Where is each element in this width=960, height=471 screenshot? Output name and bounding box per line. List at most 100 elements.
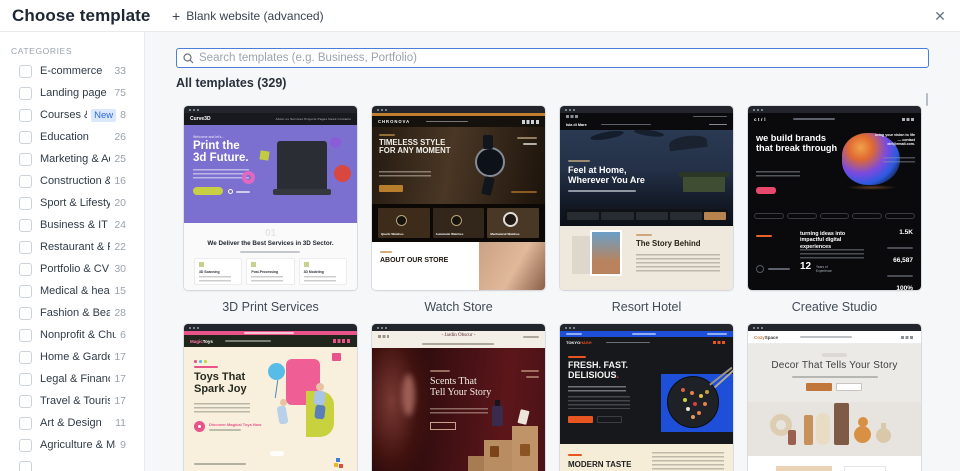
- template-card-sushi[interactable]: TOKYO HASH FRESH. FAST. DELISIOUS. MODER…: [560, 324, 733, 471]
- service-label: 3D Scanning: [199, 270, 220, 274]
- logo-mark: [756, 265, 764, 273]
- template-thumb[interactable]: TOKYO HASH FRESH. FAST. DELISIOUS. MODER…: [560, 324, 733, 471]
- checkbox[interactable]: [19, 438, 32, 452]
- template-thumb[interactable]: Magic Toys Toys That Spark Joy Discover …: [184, 324, 357, 471]
- social-icons: [902, 117, 915, 121]
- sidebar-item-travel-tourism[interactable]: Travel & Tourism 17: [0, 390, 144, 412]
- sidebar-item-landing-page[interactable]: Landing page 75: [0, 82, 144, 104]
- hero-title: Feel at Home, Wherever You Are: [568, 165, 645, 185]
- thumb-nav-links: [800, 336, 853, 338]
- sidebar-item-ecommerce[interactable]: E-commerce 33: [0, 60, 144, 82]
- template-card-decor[interactable]: Cozy Space Decor That Tells Your Story: [748, 324, 921, 471]
- template-thumb[interactable]: - Jardin Obscur - Scents That Tell Your …: [372, 324, 545, 471]
- category-label: Portfolio & CV: [40, 263, 110, 275]
- category-tile: Quartz Watches: [378, 208, 430, 238]
- perfume-bottle-amber: [520, 444, 530, 456]
- booking-field: [669, 211, 702, 220]
- sidebar-item-construction-interior[interactable]: Construction & Interior 16: [0, 170, 144, 192]
- checkbox[interactable]: [19, 64, 32, 78]
- sushi-pieces: [690, 391, 694, 395]
- sidebar-item-restaurant-food[interactable]: Restaurant & Food 22: [0, 236, 144, 258]
- sidebar-item-marketing-advertising[interactable]: Marketing & Advertising 25: [0, 148, 144, 170]
- tan-cylinder-vase: [804, 415, 813, 445]
- sidebar-item-courses-coaching[interactable]: Courses & Coaching New8: [0, 104, 144, 126]
- sidebar-item-agriculture-manufacturing[interactable]: Agriculture & Manufacturing 9: [0, 434, 144, 456]
- checkbox[interactable]: [19, 394, 32, 408]
- sidebar-item-sport-lifestyle[interactable]: Sport & Lifestyle 20: [0, 192, 144, 214]
- sidebar-item-portfolio-cv[interactable]: Portfolio & CV 30: [0, 258, 144, 280]
- hero-title-line1: Toys That: [194, 371, 246, 383]
- close-button[interactable]: ✕: [928, 4, 952, 28]
- template-thumb[interactable]: ctrl we build brands that break through …: [748, 106, 921, 290]
- sidebar-item-fashion-beauty[interactable]: Fashion & Beauty28: [0, 302, 144, 324]
- template-thumb[interactable]: Isla di Mare Feel at Home, Wherever You …: [560, 106, 733, 290]
- blob-glow: [846, 185, 898, 190]
- templates-panel: All templates (329) Curve3D About us Ser…: [145, 32, 960, 471]
- category-count: 30: [114, 263, 126, 275]
- service-text: [199, 276, 231, 283]
- template-card-toys[interactable]: Magic Toys Toys That Spark Joy Discover …: [184, 324, 357, 471]
- toy-blocks: [334, 463, 338, 467]
- checkbox[interactable]: [19, 460, 32, 471]
- balloon-shape: [268, 363, 285, 380]
- header-link: [523, 336, 539, 338]
- about-section: MODERN TASTE: [560, 444, 733, 471]
- sidebar-item-legal-finance[interactable]: Legal & Finance 17: [0, 368, 144, 390]
- checkbox[interactable]: [19, 152, 32, 166]
- sidebar-item-art-design[interactable]: Art & Design 11: [0, 412, 144, 434]
- checkbox[interactable]: [19, 416, 32, 430]
- social-icons: [901, 335, 915, 339]
- scrollbar-thumb[interactable]: [926, 93, 928, 106]
- sidebar-item-partial[interactable]: [0, 456, 144, 471]
- search-input[interactable]: [199, 52, 922, 64]
- checkbox[interactable]: [19, 240, 32, 254]
- social-icons: [713, 340, 727, 345]
- checkbox[interactable]: [19, 196, 32, 210]
- sidebar-item-home-gardening[interactable]: Home & Gardening 17: [0, 346, 144, 368]
- all-templates-label: All templates (329): [176, 76, 287, 90]
- checkbox[interactable]: [19, 328, 32, 342]
- template-card-resort-hotel[interactable]: Isla di Mare Feel at Home, Wherever You …: [560, 106, 733, 324]
- checkbox[interactable]: [19, 130, 32, 144]
- hero-title-line1: Scents That: [430, 376, 477, 387]
- checkbox[interactable]: [19, 174, 32, 188]
- hero-title-line2: DELISIOUS.: [568, 370, 628, 381]
- story-section: The Story Behind: [560, 226, 733, 290]
- checkbox[interactable]: [19, 306, 32, 320]
- template-card-watch-store[interactable]: CHRONOVA TIMELESS STYLE FOR ANY MOMENT Q…: [372, 106, 545, 324]
- thumb-brand: Curve3D: [190, 116, 211, 122]
- template-card-creative-studio[interactable]: ctrl we build brands that break through …: [748, 106, 921, 324]
- thumb-nav-links: [422, 343, 494, 345]
- template-thumb[interactable]: Cozy Space Decor That Tells Your Story: [748, 324, 921, 471]
- browser-chrome: [748, 106, 921, 113]
- search-box[interactable]: [176, 48, 929, 68]
- checkbox[interactable]: [19, 262, 32, 276]
- hero-paragraph: [568, 396, 630, 409]
- checkbox[interactable]: [19, 284, 32, 298]
- category-label: Sport & Lifestyle: [40, 197, 110, 209]
- template-name: Creative Studio: [791, 300, 878, 314]
- checkbox[interactable]: [19, 108, 32, 122]
- feature-card: [844, 466, 886, 471]
- checkbox[interactable]: [19, 350, 32, 364]
- template-card-perfume[interactable]: - Jardin Obscur - Scents That Tell Your …: [372, 324, 545, 471]
- category-count: 26: [114, 131, 126, 143]
- browser-chrome: [560, 106, 733, 113]
- blank-website-button[interactable]: + Blank website (advanced): [172, 0, 324, 32]
- template-card-3d-print-services[interactable]: Curve3D About us Services Projects Pages…: [184, 106, 357, 324]
- child-figure-legs: [314, 404, 326, 420]
- sidebar-item-education[interactable]: Education 26: [0, 126, 144, 148]
- checkbox[interactable]: [19, 86, 32, 100]
- sidebar-item-business-it[interactable]: Business & IT 24: [0, 214, 144, 236]
- thumb-brand-a: Cozy: [754, 334, 765, 340]
- template-thumb[interactable]: Curve3D About us Services Projects Pages…: [184, 106, 357, 290]
- hero-secondary-button: [597, 416, 622, 423]
- checkbox[interactable]: [19, 218, 32, 232]
- template-thumb[interactable]: CHRONOVA TIMELESS STYLE FOR ANY MOMENT Q…: [372, 106, 545, 290]
- checkbox[interactable]: [19, 372, 32, 386]
- sidebar-item-nonprofit-church[interactable]: Nonprofit & Church 6: [0, 324, 144, 346]
- thumb-navbar: Curve3D About us Services Projects Pages…: [184, 113, 357, 125]
- tag-pill: [852, 213, 883, 219]
- sidebar-item-medical-health[interactable]: Medical & health 15: [0, 280, 144, 302]
- hero-kicker: Welcome and let's...: [193, 135, 225, 139]
